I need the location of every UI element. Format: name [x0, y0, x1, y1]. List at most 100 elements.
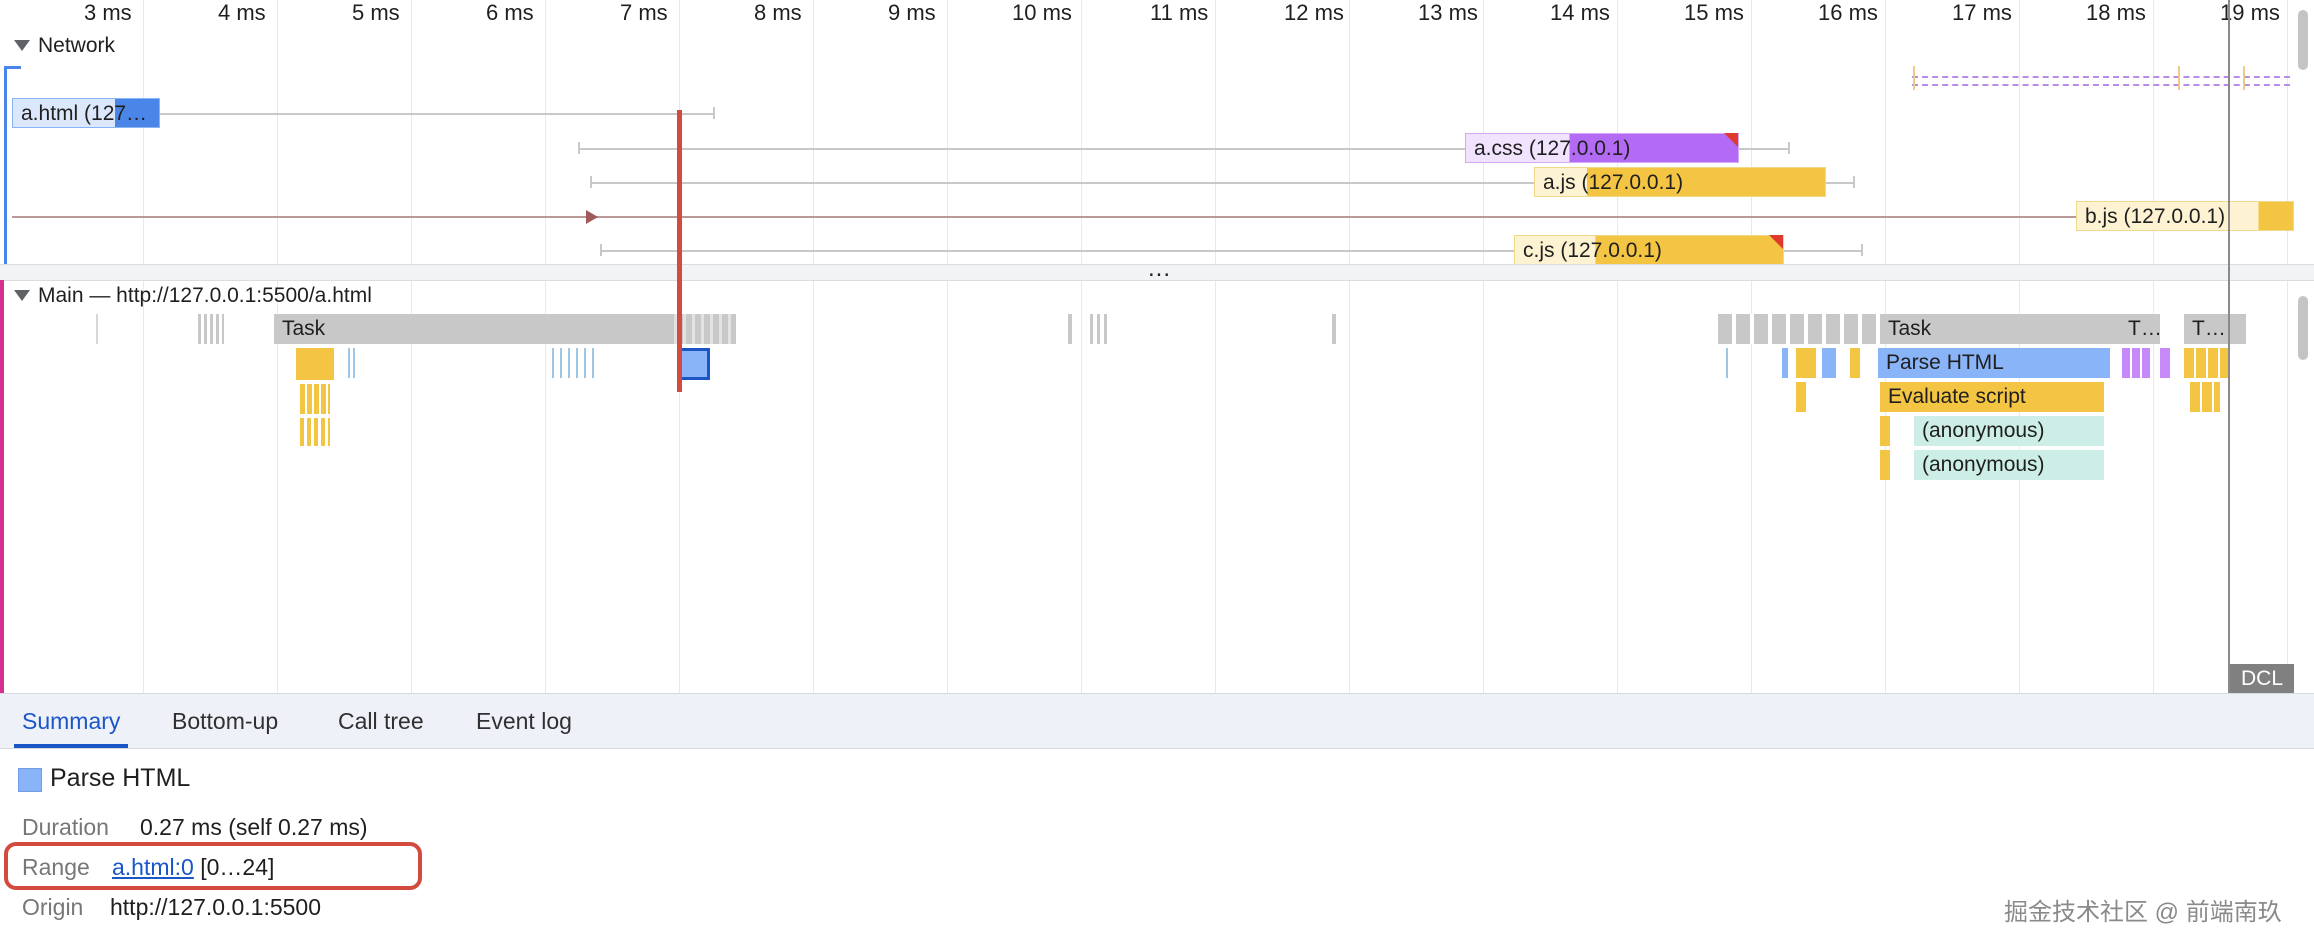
- main-scrollbar[interactable]: [2298, 296, 2308, 360]
- task-sliver[interactable]: [1068, 314, 1072, 344]
- task-sliver[interactable]: [96, 314, 98, 344]
- gridline: [545, 0, 546, 693]
- request-label: a.css (127.0.0.1): [1474, 137, 1631, 160]
- network-request-b-js[interactable]: b.js (127.0.0.1): [2076, 201, 2294, 231]
- task-event[interactable]: Task: [1880, 314, 2120, 344]
- gridline: [1215, 0, 1216, 693]
- request-whisker: [1788, 142, 1790, 154]
- tab-summary[interactable]: Summary: [14, 694, 129, 748]
- css-event[interactable]: [2160, 348, 2170, 378]
- parse-html-event[interactable]: Parse HTML: [1878, 348, 2110, 378]
- script-event[interactable]: [2184, 348, 2230, 378]
- request-whisker: [713, 107, 715, 119]
- request-label: c.js (127.0.0.1): [1523, 239, 1662, 262]
- ruler-tick: 4 ms: [218, 0, 266, 25]
- network-scrollbar[interactable]: [2298, 10, 2308, 70]
- script-event[interactable]: [1796, 382, 1806, 412]
- task-sliver[interactable]: [1090, 314, 1108, 344]
- task-sliver[interactable]: [198, 314, 224, 344]
- ruler-tick: 17 ms: [1952, 0, 2012, 25]
- script-event[interactable]: [2190, 382, 2220, 412]
- event-label: (anonymous): [1922, 453, 2045, 476]
- tab-event-log[interactable]: Event log: [468, 694, 580, 748]
- tab-bottom-up[interactable]: Bottom-up: [164, 694, 286, 748]
- script-event[interactable]: [1880, 416, 1890, 446]
- ruler-tick: 12 ms: [1284, 0, 1344, 25]
- ruler-tick: 9 ms: [888, 0, 936, 25]
- event-sliver[interactable]: [1782, 348, 1788, 378]
- request-wait-line: [580, 148, 1465, 150]
- script-event[interactable]: [300, 384, 330, 414]
- script-event[interactable]: [300, 418, 330, 446]
- network-request-a-html[interactable]: a.html (127…: [12, 98, 160, 128]
- script-event[interactable]: [1796, 348, 1816, 378]
- script-event[interactable]: [1850, 348, 1860, 378]
- network-request-a-css[interactable]: a.css (127.0.0.1): [1465, 133, 1739, 163]
- event-sliver[interactable]: [1726, 348, 1728, 378]
- range-source-link[interactable]: a.html:0: [112, 854, 194, 880]
- script-event[interactable]: [296, 348, 334, 380]
- evaluate-script-event[interactable]: Evaluate script: [1880, 382, 2104, 412]
- network-request-a-js[interactable]: a.js (127.0.0.1): [1534, 167, 1826, 197]
- request-wait-line: [160, 113, 715, 115]
- request-whisker: [1853, 176, 1855, 188]
- event-label: T…: [2128, 317, 2160, 340]
- selected-parse-html-event[interactable]: [678, 348, 710, 380]
- warning-corner-icon: [1769, 235, 1783, 249]
- request-whisker: [1861, 244, 1863, 256]
- details-tabs: Summary Bottom-up Call tree Event log: [0, 693, 2314, 749]
- request-wait-line: [1825, 182, 1855, 184]
- event-label: Parse HTML: [1886, 351, 2004, 374]
- gridline: [1349, 0, 1350, 693]
- script-event[interactable]: [1880, 450, 1890, 480]
- event-sliver[interactable]: [552, 348, 596, 378]
- tab-call-tree[interactable]: Call tree: [330, 694, 432, 748]
- task-event[interactable]: T…: [2184, 314, 2246, 344]
- gridline: [1751, 0, 1752, 693]
- event-label: Task: [282, 317, 326, 340]
- css-event[interactable]: [2122, 348, 2150, 378]
- track-resizer[interactable]: ...: [0, 255, 2314, 282]
- anonymous-event[interactable]: (anonymous): [1914, 416, 2104, 446]
- request-wait-line: [1783, 250, 1863, 252]
- more-indicator: ...: [1148, 255, 1172, 282]
- range-label: Range: [22, 854, 90, 880]
- collapse-triangle-icon[interactable]: [14, 290, 30, 301]
- event-label: Task: [1888, 317, 1932, 340]
- task-event[interactable]: T…: [2120, 314, 2160, 344]
- ruler-tick: 6 ms: [486, 0, 534, 25]
- ruler-tick: 15 ms: [1684, 0, 1744, 25]
- collapse-triangle-icon[interactable]: [14, 40, 30, 51]
- arrow-icon: [586, 210, 598, 224]
- network-track-header[interactable]: Network: [14, 33, 115, 59]
- task-sliver[interactable]: [1332, 314, 1336, 344]
- main-track-accent: [0, 280, 4, 693]
- event-sliver[interactable]: [1822, 348, 1836, 378]
- duration-value: 0.27 ms (self 0.27 ms): [140, 814, 368, 840]
- anonymous-event[interactable]: (anonymous): [1914, 450, 2104, 480]
- time-ruler[interactable]: 3 ms 4 ms 5 ms 6 ms 7 ms 8 ms 9 ms 10 ms…: [0, 0, 2314, 28]
- network-request-c-js[interactable]: c.js (127.0.0.1): [1514, 235, 1784, 265]
- ruler-tick: 13 ms: [1418, 0, 1478, 25]
- gridline: [1081, 0, 1082, 693]
- event-sliver[interactable]: [348, 348, 356, 378]
- main-track-header[interactable]: Main — http://127.0.0.1:5500/a.html: [14, 283, 372, 309]
- request-whisker: [2243, 66, 2245, 90]
- ruler-tick: 8 ms: [754, 0, 802, 25]
- gridline: [411, 0, 412, 693]
- request-whisker: [1913, 66, 1915, 90]
- gridline: [277, 0, 278, 693]
- origin-label: Origin: [22, 894, 84, 920]
- range-value: a.html:0 [0…24]: [112, 854, 274, 881]
- task-event[interactable]: Task: [274, 314, 674, 344]
- network-group-bracket: [4, 66, 21, 268]
- gridline: [2287, 0, 2288, 693]
- dcl-marker[interactable]: DCL: [2230, 664, 2294, 693]
- gridline: [1885, 0, 1886, 693]
- gridline: [2153, 0, 2154, 693]
- gridline: [947, 0, 948, 693]
- watermark: 掘金技术社区 @ 前端南玖: [2004, 899, 2282, 926]
- request-whisker: [600, 244, 602, 256]
- main-title: Main — http://127.0.0.1:5500/a.html: [38, 284, 372, 307]
- request-dashed-line: [1912, 84, 2290, 86]
